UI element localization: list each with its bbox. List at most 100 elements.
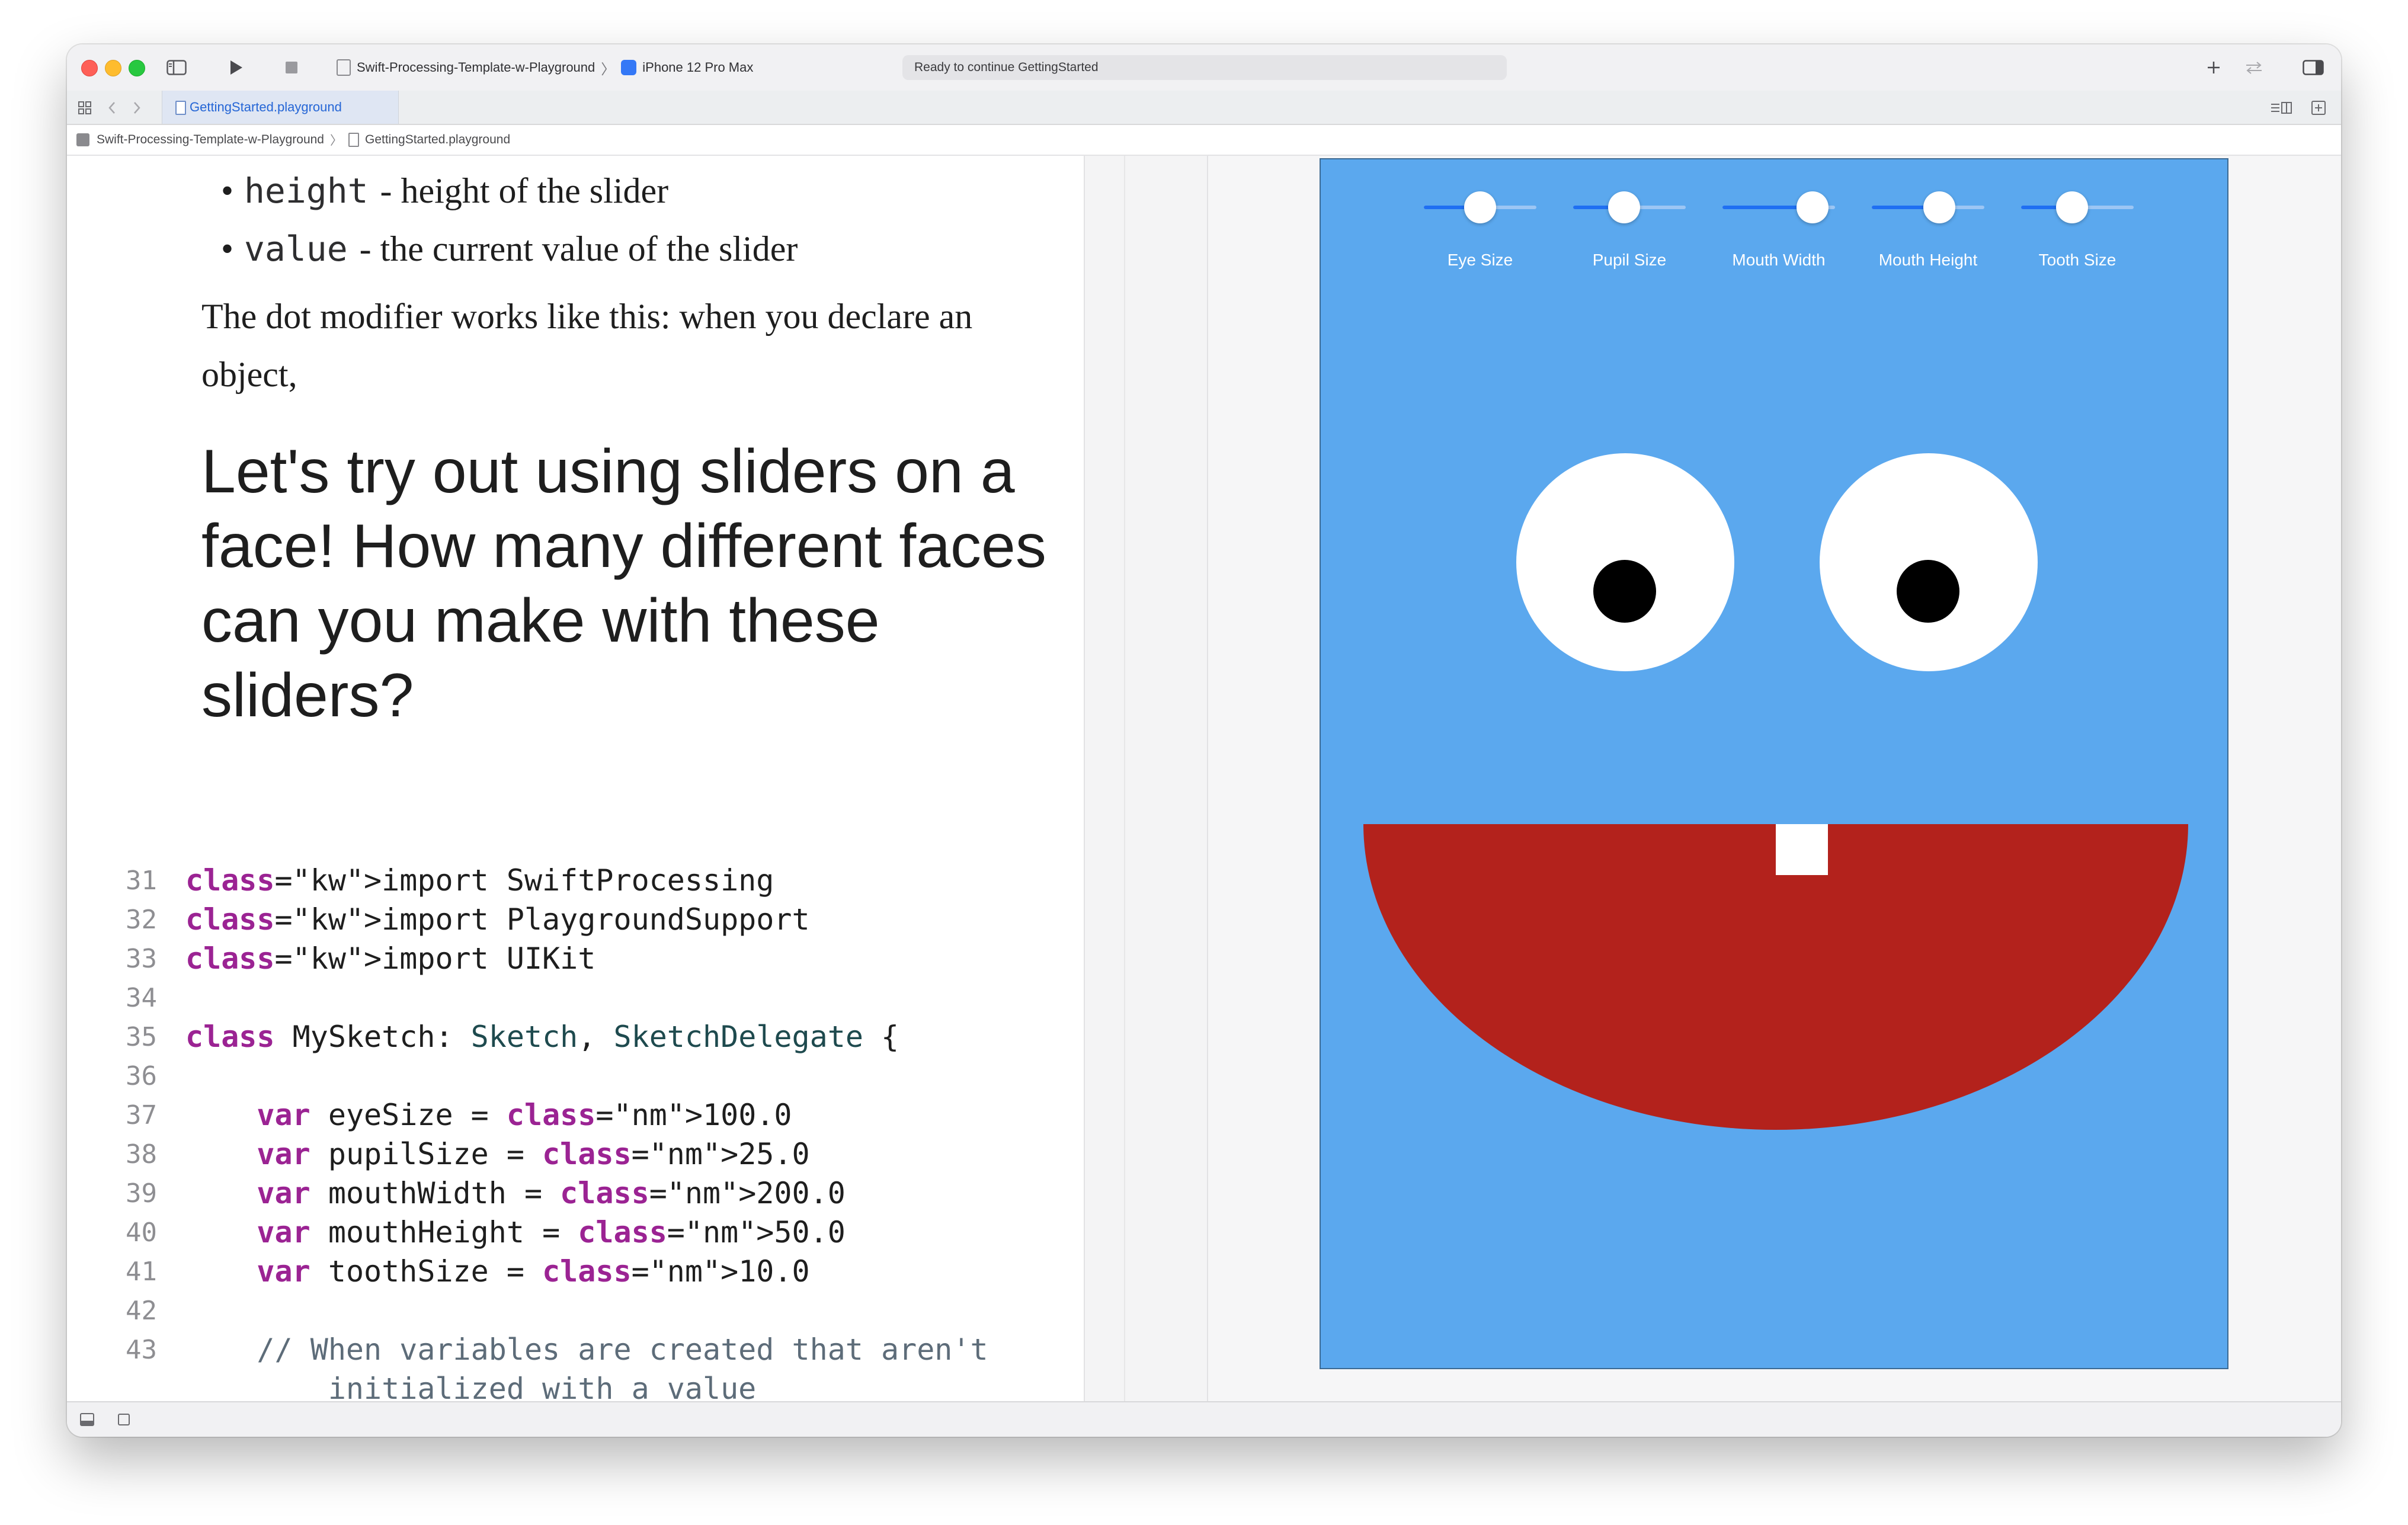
- project-icon: [76, 133, 89, 146]
- code-line[interactable]: 39 var mouthWidth = class="nm">200.0: [67, 1174, 1084, 1213]
- code-line[interactable]: 35 class MySketch: Sketch, SketchDelegate…: [67, 1017, 1084, 1056]
- code-line[interactable]: 37 var eyeSize = class="nm">100.0: [67, 1095, 1084, 1135]
- line-number: 38: [126, 1139, 157, 1170]
- zoom-window-button[interactable]: [129, 60, 145, 76]
- jumpbar-file[interactable]: GettingStarted.playground: [365, 133, 510, 147]
- code-line[interactable]: 40 var mouthHeight = class="nm">50.0: [67, 1213, 1084, 1252]
- code-text: class="kw">import SwiftProcessing: [185, 863, 774, 898]
- slider-label: Pupil Size: [1592, 251, 1667, 269]
- line-number: 32: [126, 904, 157, 935]
- right-pupil: [1897, 560, 1959, 623]
- plus-icon[interactable]: [2200, 54, 2227, 81]
- code-text: class MySketch: Sketch, SketchDelegate {: [185, 1020, 899, 1054]
- code-line[interactable]: initialized with a value: [67, 1369, 1084, 1401]
- slider-label: Mouth Width: [1732, 251, 1826, 269]
- stop-playground-icon[interactable]: [112, 1406, 136, 1433]
- line-number: 35: [126, 1021, 157, 1052]
- code-line[interactable]: 32 class="kw">import PlaygroundSupport: [67, 900, 1084, 939]
- line-number: 41: [126, 1256, 157, 1287]
- jump-bar: Swift-Processing-Template-w-Playground 〉…: [67, 125, 2341, 156]
- code-text: class="kw">import PlaygroundSupport: [185, 902, 810, 937]
- scheme-device-label[interactable]: iPhone 12 Pro Max: [642, 60, 753, 75]
- source-editor[interactable]: • height - height of the slider • value …: [67, 156, 1084, 1401]
- bullet-item: • value - the current value of the slide…: [221, 220, 798, 278]
- code-text: var mouthHeight = class="nm">50.0: [257, 1215, 846, 1250]
- tab-bar: GettingStarted.playground: [67, 91, 2341, 125]
- slider-thumb[interactable]: [1464, 191, 1496, 223]
- line-number: 34: [126, 982, 157, 1013]
- line-number: 39: [126, 1178, 157, 1209]
- bullet-code: value: [244, 229, 348, 269]
- project-file-icon: [337, 59, 351, 76]
- code-line[interactable]: 38 var pupilSize = class="nm">25.0: [67, 1135, 1084, 1174]
- activity-status: Ready to continue GettingStarted: [914, 60, 1099, 74]
- code-line[interactable]: 42: [67, 1291, 1084, 1330]
- slider-label: Mouth Height: [1878, 251, 1978, 269]
- bullet-text: - height of the slider: [380, 171, 669, 210]
- device-icon: [621, 60, 637, 75]
- console-toggle-icon[interactable]: [75, 1406, 99, 1433]
- code-line[interactable]: 43 // When variables are created that ar…: [67, 1330, 1084, 1369]
- code-text: var eyeSize = class="nm">100.0: [257, 1098, 792, 1132]
- swap-icon[interactable]: [2240, 54, 2268, 81]
- line-number: 31: [126, 865, 157, 896]
- line-number: 43: [126, 1334, 157, 1365]
- slider-label: Eye Size: [1447, 251, 1513, 269]
- bullet-text: - the current value of the slider: [359, 229, 798, 268]
- tab-label: GettingStarted.playground: [190, 100, 342, 114]
- playground-file-icon: [175, 101, 186, 115]
- code-text: var mouthWidth = class="nm">200.0: [257, 1176, 846, 1210]
- activity-view: Ready to continue GettingStarted: [902, 55, 1507, 80]
- code-text: var toothSize = class="nm">10.0: [257, 1254, 810, 1289]
- inspector-icon[interactable]: [2300, 54, 2327, 81]
- left-pupil: [1593, 560, 1656, 623]
- stop-icon[interactable]: [278, 54, 305, 81]
- forward-icon[interactable]: [126, 94, 148, 121]
- line-number: 37: [126, 1100, 157, 1130]
- code-line[interactable]: 31 class="kw">import SwiftProcessing: [67, 861, 1084, 900]
- sketch-canvas[interactable]: Eye Size Pupil Size Mouth Width Mouth Heigh…: [1320, 158, 2228, 1369]
- editor-options-icon[interactable]: [2268, 94, 2295, 121]
- add-editor-icon[interactable]: [2307, 94, 2330, 121]
- slider-thumb[interactable]: [2055, 191, 2088, 223]
- code-text: class="kw">import UIKit: [185, 941, 596, 976]
- playground-file-icon: [348, 133, 359, 147]
- tooth: [1776, 824, 1828, 875]
- slider-thumb[interactable]: [1923, 191, 1955, 223]
- close-window-button[interactable]: [81, 60, 98, 76]
- back-icon[interactable]: [101, 94, 123, 121]
- bullet-item: • height - height of the slider: [221, 162, 798, 220]
- scheme-selector[interactable]: Swift-Processing-Template-w-Playground 〉…: [337, 57, 753, 78]
- scheme-project-label: Swift-Processing-Template-w-Playground: [357, 60, 595, 75]
- tab-gettingstarted[interactable]: GettingStarted.playground: [162, 91, 399, 124]
- slider-label: Tooth Size: [2038, 251, 2116, 269]
- code-line[interactable]: 33 class="kw">import UIKit: [67, 939, 1084, 978]
- markdown-paragraph: The dot modifier works like this: when y…: [201, 297, 973, 394]
- line-number: 36: [126, 1061, 157, 1091]
- xcode-window: Swift-Processing-Template-w-Playground 〉…: [67, 44, 2341, 1437]
- line-number: 33: [126, 943, 157, 974]
- chevron-right-icon: 〉: [329, 134, 342, 148]
- line-number: 42: [126, 1295, 157, 1326]
- bullet-code: height: [244, 171, 369, 211]
- markdown-heading: Let's try out using sliders on a face! H…: [201, 437, 1046, 730]
- code-text: initialized with a value: [185, 1372, 757, 1401]
- results-sidebar: [1084, 156, 1208, 1401]
- code-line[interactable]: 36: [67, 1056, 1084, 1095]
- line-number: 40: [126, 1217, 157, 1248]
- grid-icon[interactable]: [73, 94, 97, 121]
- code-line[interactable]: 41 var toothSize = class="nm">10.0: [67, 1252, 1084, 1291]
- code-text: var pupilSize = class="nm">25.0: [257, 1137, 810, 1171]
- slider-thumb[interactable]: [1797, 191, 1829, 223]
- debug-bar: [67, 1401, 2341, 1437]
- jumpbar-project[interactable]: Swift-Processing-Template-w-Playground: [97, 133, 324, 147]
- sidebar-icon[interactable]: [163, 54, 190, 81]
- play-icon[interactable]: [222, 54, 249, 81]
- code-line[interactable]: 34: [67, 978, 1084, 1017]
- slider-thumb[interactable]: [1608, 191, 1640, 223]
- markdown-bullet-list: • height - height of the slider • value …: [221, 162, 798, 278]
- title-bar: Swift-Processing-Template-w-Playground 〉…: [67, 44, 2341, 92]
- chevron-right-icon: 〉: [601, 61, 616, 78]
- minimize-window-button[interactable]: [105, 60, 121, 76]
- code-text: // When variables are created that aren'…: [185, 1332, 988, 1367]
